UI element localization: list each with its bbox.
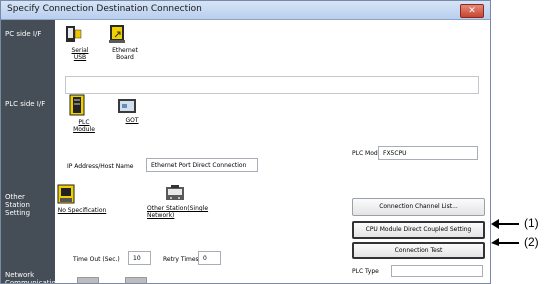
ip-address-field[interactable]: Ethernet Port Direct Connection [146,158,258,172]
network-route-icon[interactable] [125,277,147,283]
section-label-plc-side: PLC side I/F [5,100,46,108]
timeout-value: 10 [133,255,141,262]
plc-mode-value: FX5CPU [383,150,407,157]
plc-module-icon [69,94,99,116]
ethernet-board-icon [107,24,143,44]
connection-channel-list-button[interactable]: Connection Channel List... [352,198,485,216]
retry-times-value: 0 [203,255,207,262]
retry-times-label: Retry Times [163,256,199,263]
other-station-no-specification[interactable]: No Specification [57,184,107,214]
ip-address-label: IP Address/Host Name [67,163,134,170]
plc-type-label: PLC Type [352,268,379,275]
no-specification-icon [57,184,107,204]
window-title: Specify Connection Destination Connectio… [7,4,202,14]
no-specification-label: No Specification [57,207,107,214]
timeout-label: Time Out (Sec.) [73,256,120,263]
cpu-direct-coupled-setting-button[interactable]: CPU Module Direct Coupled Setting [352,221,485,239]
serial-usb-label: Serial USB [71,47,89,61]
other-station-icon [165,184,217,202]
main-content: Serial USB Ethernet Board PLC Module GOT… [54,20,490,283]
timeout-field[interactable]: 10 [128,251,151,265]
ethernet-board-label: Ethernet Board [112,47,138,61]
plc-side-plc-module[interactable]: PLC Module [69,94,99,133]
retry-times-field[interactable]: 0 [198,251,221,265]
pc-side-serial-usb[interactable]: Serial USB [65,24,95,61]
plc-type-field [391,265,483,277]
arrow-icon [491,238,519,246]
plc-module-label: PLC Module [73,119,95,133]
close-button[interactable]: ✕ [460,4,484,18]
connection-dialog: Specify Connection Destination Connectio… [0,0,491,284]
other-station-single-network[interactable]: Other Station(Single Network) [147,184,217,219]
other-station-label: Other Station(Single Network) [147,205,209,219]
annotation-label-2: (2) [524,235,539,249]
ip-address-value: Ethernet Port Direct Connection [151,162,247,169]
section-sidebar: PC side I/F PLC side I/F Other Station S… [1,20,61,284]
close-icon: ✕ [468,6,476,16]
section-label-pc-side: PC side I/F [5,30,42,38]
section-label-other-station: Other Station Setting [5,193,31,217]
connection-test-button[interactable]: Connection Test [352,242,485,259]
plc-mode-field: FX5CPU [378,146,478,160]
plc-side-got[interactable]: GOT [117,98,147,124]
serial-usb-icon [65,24,95,44]
network-route-icon[interactable] [77,277,99,283]
section-label-network-communication: Network Communication [5,271,61,284]
annotation-label-1: (1) [524,216,539,230]
pc-side-ethernet-board[interactable]: Ethernet Board [107,24,143,61]
annotation-arrows [491,219,519,246]
title-bar[interactable]: Specify Connection Destination Connectio… [1,1,490,20]
plc-mode-label: PLC Mode [352,150,382,157]
arrow-icon [491,219,519,229]
pc-side-detail-panel [65,76,479,94]
got-label: GOT [125,117,139,124]
got-icon [117,98,147,114]
